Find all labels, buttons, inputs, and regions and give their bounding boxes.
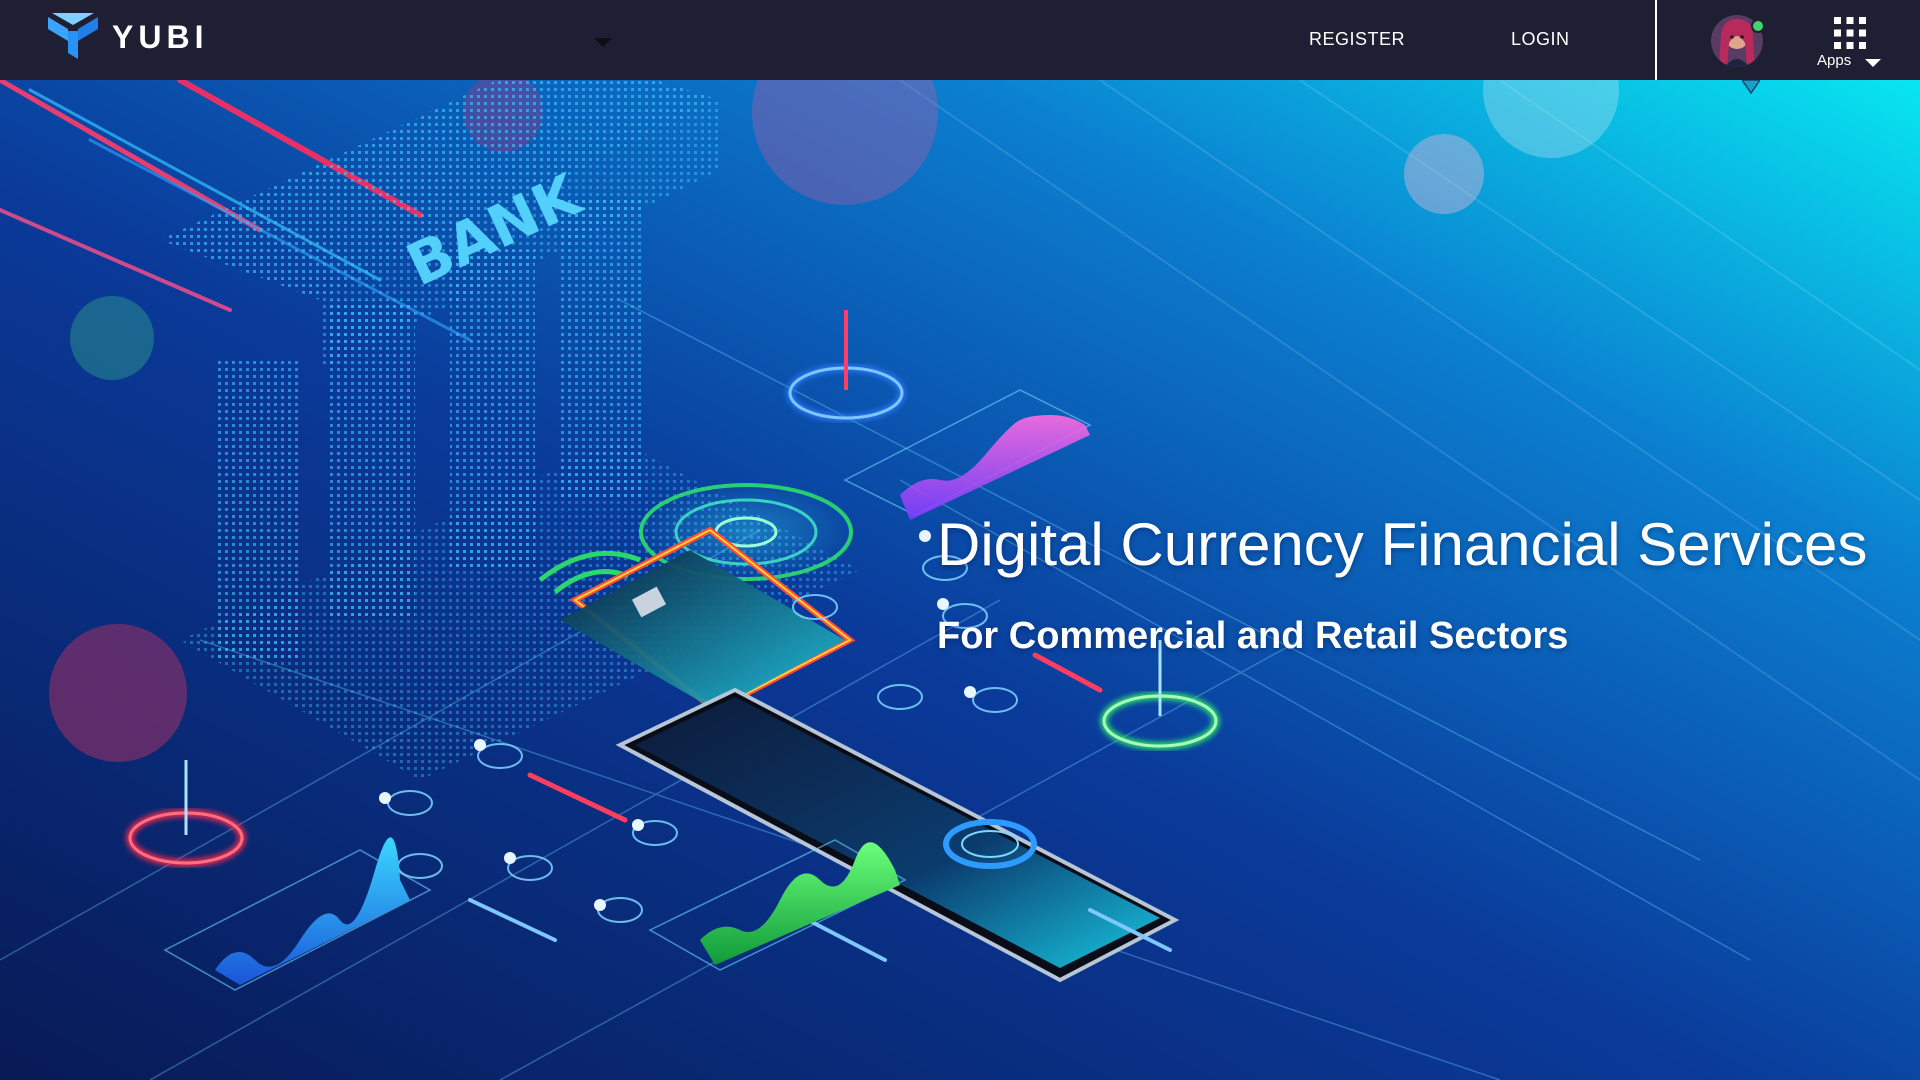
brand-name: YUBI [112,18,209,55]
hero-illustration: BANK [0,19,1920,1080]
register-link[interactable]: REGISTER [1309,29,1405,50]
yubi-logo-icon [48,13,98,59]
hero-banner: BANK Digital Currency Financial Services… [0,19,1920,1080]
apps-grid-icon [1834,17,1866,49]
nav-divider [1655,0,1657,80]
hero-title: Digital Currency Financial Services [937,511,1868,578]
top-navigation-bar: YUBI REGISTER LOGIN Apps [0,0,1920,80]
user-menu-pointer-icon [1742,80,1760,94]
apps-label: Apps [1817,52,1852,69]
hero-subtitle: For Commercial and Retail Sectors [937,615,1569,657]
apps-menu-button[interactable]: Apps [1812,14,1892,70]
page: BANK Digital Currency Financial Services… [0,0,1920,1080]
online-status-indicator [1751,19,1765,33]
menu-dropdown-caret-icon[interactable] [594,38,612,47]
chevron-down-icon [1865,59,1881,67]
login-link[interactable]: LOGIN [1511,29,1570,50]
brand-logo[interactable]: YUBI [48,12,208,62]
